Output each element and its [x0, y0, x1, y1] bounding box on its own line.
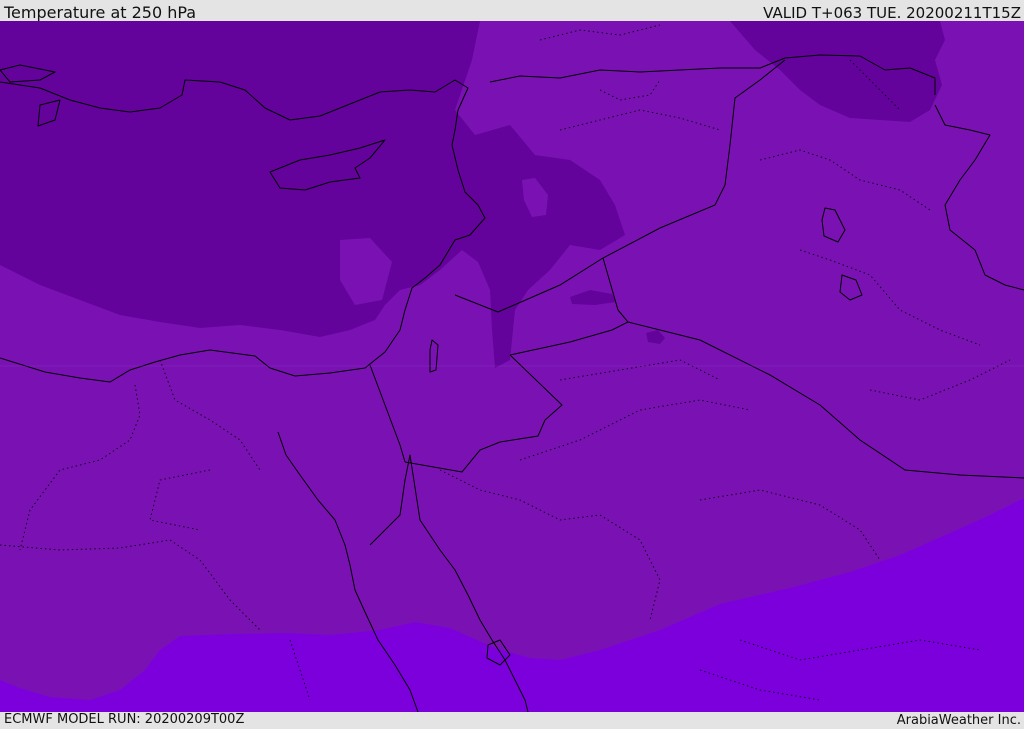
model-run-label: ECMWF MODEL RUN: 20200209T00Z: [4, 712, 245, 727]
header-bar: Temperature at 250 hPa VALID T+063 TUE. …: [0, 0, 1024, 21]
credit-label: ArabiaWeather Inc.: [896, 713, 1021, 728]
map-title: Temperature at 250 hPa: [4, 3, 197, 22]
valid-time-label: VALID T+063 TUE. 20200211T15Z: [763, 4, 1021, 22]
map-page: Temperature at 250 hPa VALID T+063 TUE. …: [0, 0, 1024, 729]
footer-bar: ECMWF MODEL RUN: 20200209T00Z ArabiaWeat…: [0, 712, 1024, 729]
temperature-map[interactable]: [0, 21, 1024, 712]
